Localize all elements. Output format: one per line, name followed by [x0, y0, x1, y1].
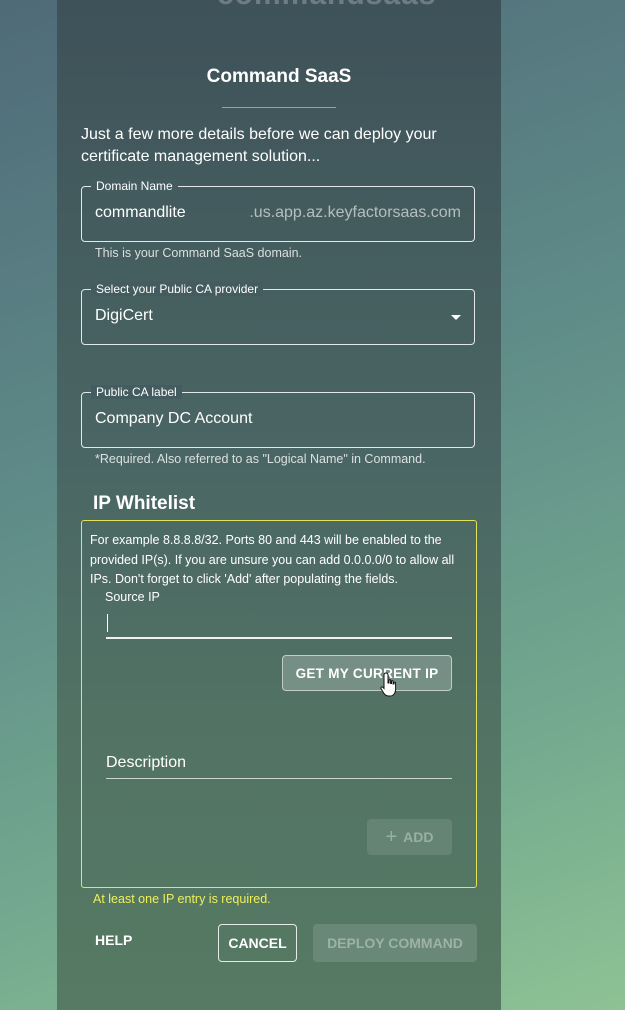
hand-pointer-icon	[380, 672, 397, 697]
domain-name-value[interactable]: commandlite	[95, 204, 186, 222]
text-cursor	[107, 614, 108, 632]
logo-text: commandsaas	[217, 0, 436, 12]
ca-provider-label: Select your Public CA provider	[91, 282, 264, 296]
help-button[interactable]: HELP	[95, 932, 132, 948]
domain-name-field[interactable]: Domain Name commandlite .us.app.az.keyfa…	[81, 179, 475, 242]
source-ip-label: Source IP	[105, 590, 160, 604]
ip-whitelist-box: For example 8.8.8.8/32. Ports 80 and 443…	[81, 520, 477, 888]
title-divider	[222, 107, 336, 108]
description-input[interactable]	[106, 778, 452, 779]
source-ip-input[interactable]	[106, 611, 452, 639]
public-ca-label-field[interactable]: Public CA label Company DC Account	[81, 385, 475, 448]
public-ca-label-value[interactable]: Company DC Account	[95, 410, 252, 428]
intro-text: Just a few more details before we can de…	[81, 126, 437, 165]
description-label: Description	[106, 754, 187, 771]
deploy-command-button[interactable]: DEPLOY COMMAND	[313, 924, 477, 962]
ip-error-text: At least one IP entry is required.	[93, 892, 271, 906]
deploy-panel: commandsaas Command SaaS Just a few more…	[57, 0, 501, 1010]
brand-logo: commandsaas	[157, 0, 435, 14]
domain-name-label: Domain Name	[91, 179, 178, 193]
domain-helper-text: This is your Command SaaS domain.	[95, 246, 303, 260]
add-button-label: ADD	[403, 829, 434, 845]
ip-whitelist-title: IP Whitelist	[93, 493, 196, 514]
ca-provider-value: DigiCert	[95, 307, 153, 324]
public-ca-label-label: Public CA label	[91, 385, 182, 399]
chevron-down-icon[interactable]	[451, 315, 461, 320]
get-my-current-ip-button[interactable]: GET MY CURRENT IP	[282, 655, 452, 691]
cancel-button[interactable]: CANCEL	[218, 924, 297, 962]
add-button[interactable]: + ADD	[367, 819, 452, 855]
domain-suffix: .us.app.az.keyfactorsaas.com	[249, 204, 461, 221]
public-ca-helper-text: *Required. Also referred to as "Logical …	[95, 452, 426, 466]
plus-icon: +	[385, 826, 398, 848]
ip-whitelist-description: For example 8.8.8.8/32. Ports 80 and 443…	[90, 533, 455, 586]
ca-provider-select[interactable]: Select your Public CA provider DigiCert	[81, 282, 475, 345]
logo-cube-icon	[157, 0, 207, 14]
page-title: Command SaaS	[206, 66, 352, 87]
